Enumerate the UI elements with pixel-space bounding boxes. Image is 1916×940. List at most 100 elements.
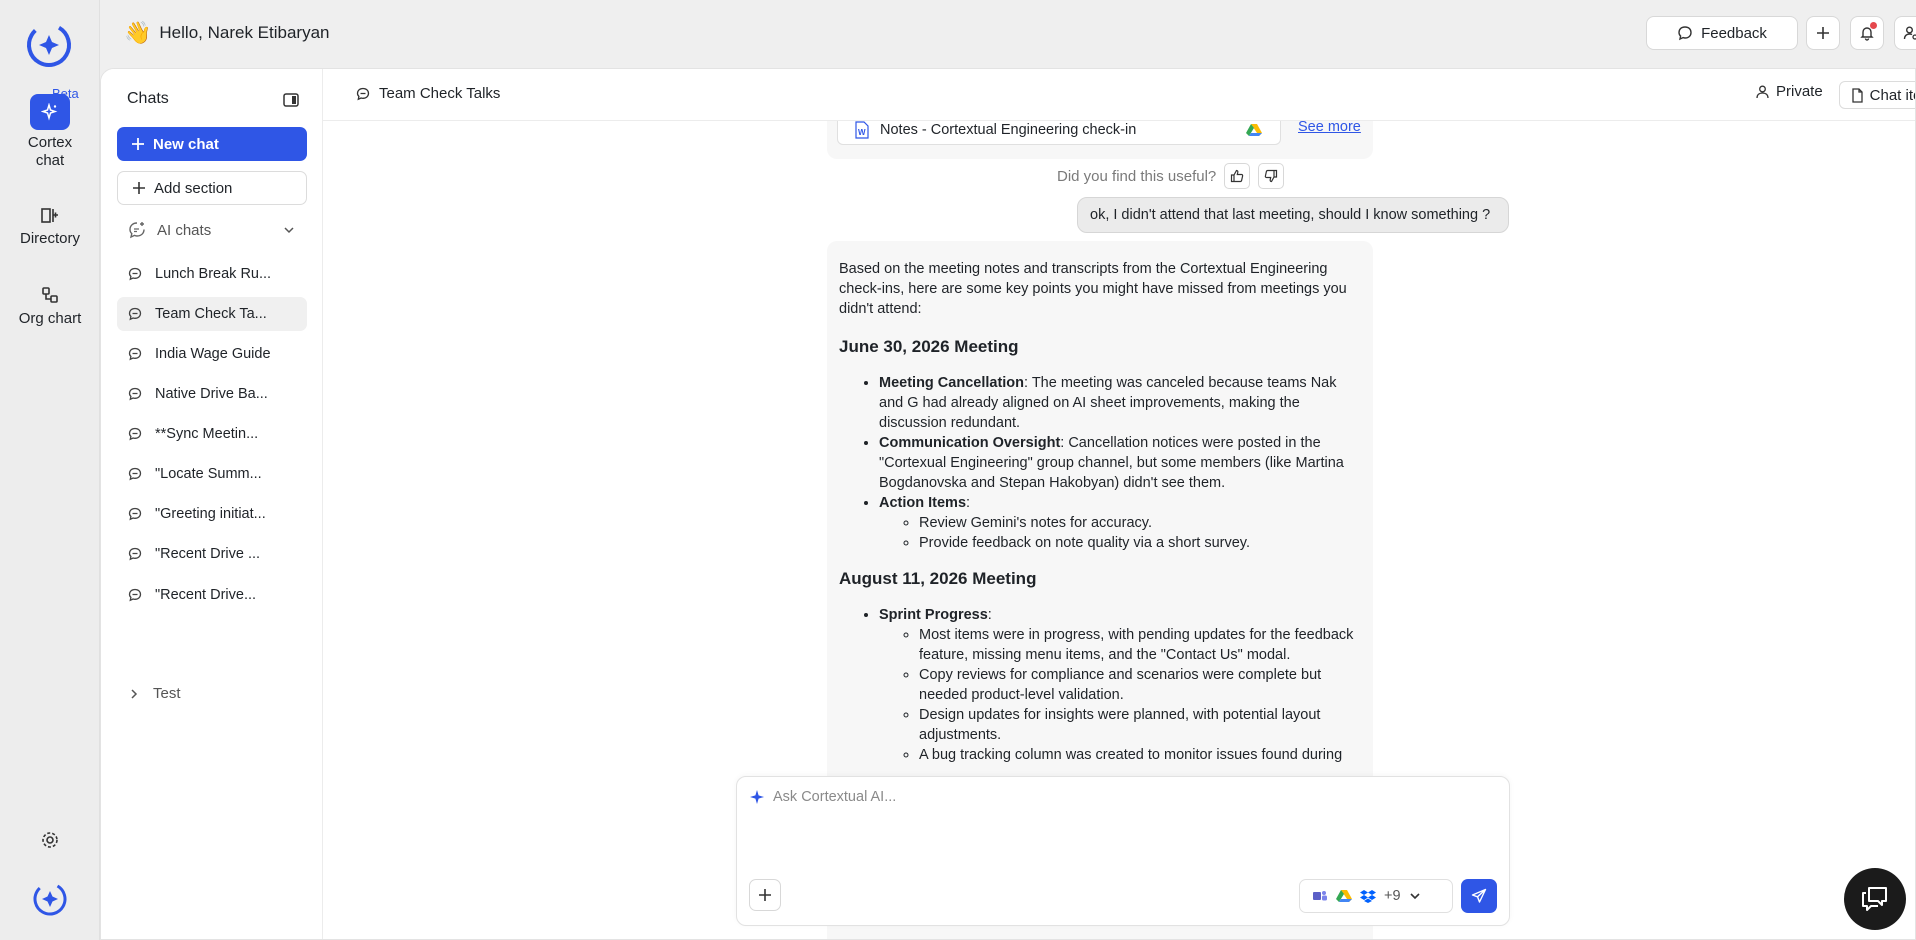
directory-icon — [41, 208, 58, 223]
add-section-button[interactable]: Add section — [117, 171, 307, 205]
plus-icon — [1817, 27, 1829, 39]
svg-text:W: W — [858, 128, 866, 137]
feedback-label: Feedback — [1701, 24, 1767, 42]
answer-subbullet: Provide feedback on note quality via a s… — [919, 533, 1361, 553]
chat-bubble-icon — [128, 387, 142, 401]
chat-bubble-icon — [356, 87, 370, 100]
chat-bubble-icon — [128, 307, 142, 321]
thumbs-down-button[interactable] — [1258, 163, 1285, 189]
bullet-text: : — [987, 607, 992, 623]
chat-bubble-icon — [1678, 26, 1692, 41]
chat-title: "Greeting initiat... — [155, 506, 266, 522]
answer-bullet: Communication Oversight: Cancellation no… — [879, 433, 1361, 493]
answer-intro: Based on the meeting notes and transcrip… — [839, 261, 1347, 317]
user-message-bubble: ok, I didn't attend that last meeting, s… — [1077, 197, 1509, 233]
rail-label-chat: chat — [35, 152, 65, 169]
rail-label-directory: Directory — [19, 230, 80, 247]
ai-chat-icon — [129, 222, 145, 239]
ai-chats-section-toggle[interactable]: AI chats — [117, 213, 307, 247]
answer-subbullet: Copy reviews for compliance and scenario… — [919, 665, 1361, 705]
chat-title: "Locate Summ... — [155, 466, 262, 482]
file-icon — [1851, 87, 1863, 103]
chat-title: Team Check Ta... — [155, 306, 267, 322]
sources-selector[interactable]: +9 — [1299, 879, 1453, 913]
rail-label-cortex: Cortex — [27, 134, 73, 151]
rail-item-cortex-chat[interactable]: Cortex chat — [0, 94, 100, 170]
chat-list-item[interactable]: Lunch Break Ru... — [117, 257, 307, 291]
see-more-link[interactable]: See more — [1298, 121, 1361, 135]
user-gear-icon — [1903, 26, 1916, 40]
notification-dot — [1870, 22, 1877, 29]
plus-icon — [133, 182, 145, 194]
add-section-label: Add section — [154, 179, 233, 197]
top-bar: 👋 Hello, Narek Etibaryan Feedback — [100, 0, 1916, 68]
support-chat-button[interactable] — [1844, 868, 1906, 930]
chat-bubble-icon — [128, 267, 142, 281]
answer-bullet: Sprint Progress: Most items were in prog… — [879, 605, 1361, 765]
chat-list-item[interactable]: "Recent Drive... — [117, 577, 307, 603]
sidebar-collapse-icon[interactable] — [282, 91, 300, 109]
plus-icon — [132, 138, 144, 150]
answer-sublist: Review Gemini's notes for accuracy. Prov… — [919, 513, 1361, 553]
send-icon — [1471, 888, 1487, 903]
cortex-brand-icon[interactable] — [31, 880, 69, 918]
chat-list-item-active[interactable]: Team Check Ta... — [117, 297, 307, 331]
answer-bullet: Meeting Cancellation: The meeting was ca… — [879, 373, 1361, 433]
chat-list-item[interactable]: "Locate Summ... — [117, 457, 307, 491]
bullet-bold: Sprint Progress — [879, 607, 988, 623]
rail-item-directory[interactable]: Directory — [0, 204, 100, 248]
answer-subbullet: A bug tracking column was created to mon… — [919, 745, 1361, 765]
bullet-bold: Action Items — [879, 495, 967, 511]
message-composer[interactable]: Ask Cortextual AI... +9 — [736, 776, 1510, 926]
private-toggle[interactable]: Private — [1755, 83, 1823, 100]
chat-list-item[interactable]: India Wage Guide — [117, 337, 307, 371]
chat-title: "Recent Drive... — [155, 587, 257, 603]
chat-bubble-icon — [128, 507, 142, 521]
chat-list-item[interactable]: "Greeting initiat... — [117, 497, 307, 531]
word-document-icon: W — [855, 121, 869, 139]
left-rail: Cortex chat Beta Directory Org chart — [0, 0, 100, 940]
new-chat-button[interactable]: New chat — [117, 127, 307, 161]
bullet-text: : — [966, 495, 971, 511]
rail-item-org-chart[interactable]: Org chart — [0, 284, 100, 328]
thumbs-up-button[interactable] — [1224, 163, 1251, 189]
org-chart-icon — [42, 287, 58, 303]
sparkle-icon — [750, 790, 764, 804]
chat-title: Lunch Break Ru... — [155, 266, 272, 282]
current-chat-title: Team Check Talks — [379, 85, 501, 102]
ai-chats-label: AI chats — [157, 221, 212, 239]
chat-list-item[interactable]: **Sync Meetin... — [117, 417, 307, 451]
chat-header: Team Check Talks Private Chat items ··· — [323, 69, 1915, 121]
private-label: Private — [1776, 83, 1823, 100]
user-settings-button[interactable] — [1894, 16, 1916, 50]
plus-icon — [759, 889, 771, 901]
cortex-logo-icon[interactable] — [24, 20, 74, 70]
chevron-right-icon — [131, 688, 138, 699]
notifications-button[interactable] — [1850, 16, 1884, 50]
answer-bullet: Action Items: Review Gemini's notes for … — [879, 493, 1361, 553]
source-document-title: Notes - Cortextual Engineering check-in — [880, 122, 1137, 138]
answer-sublist: Most items were in progress, with pendin… — [919, 625, 1361, 765]
section-test-toggle[interactable]: Test — [117, 685, 181, 702]
chats-title: Chats — [127, 90, 169, 107]
composer-input[interactable]: Ask Cortextual AI... — [749, 789, 896, 805]
attach-button[interactable] — [749, 879, 781, 911]
thumbs-down-icon — [1265, 169, 1278, 183]
chat-title: Native Drive Ba... — [155, 386, 268, 402]
beta-badge: Beta — [52, 86, 79, 101]
chat-bubble-icon — [128, 427, 142, 441]
source-document-card[interactable]: W Notes - Cortextual Engineering check-i… — [837, 121, 1281, 145]
chevron-down-icon — [1409, 893, 1420, 900]
add-button[interactable] — [1806, 16, 1840, 50]
chat-list-item[interactable]: "Recent Drive ... — [117, 537, 307, 571]
feedback-button[interactable]: Feedback — [1646, 16, 1798, 50]
chat-bubble-icon — [128, 588, 142, 602]
section-test-label: Test — [153, 685, 181, 702]
answer-heading-august: August 11, 2026 Meeting — [839, 569, 1037, 588]
bullet-bold: Meeting Cancellation — [879, 375, 1025, 391]
chat-items-button[interactable]: Chat items — [1839, 81, 1915, 109]
chat-title: India Wage Guide — [155, 346, 271, 362]
send-button[interactable] — [1461, 879, 1497, 913]
settings-gear-icon[interactable] — [40, 830, 60, 850]
chat-list-item[interactable]: Native Drive Ba... — [117, 377, 307, 411]
